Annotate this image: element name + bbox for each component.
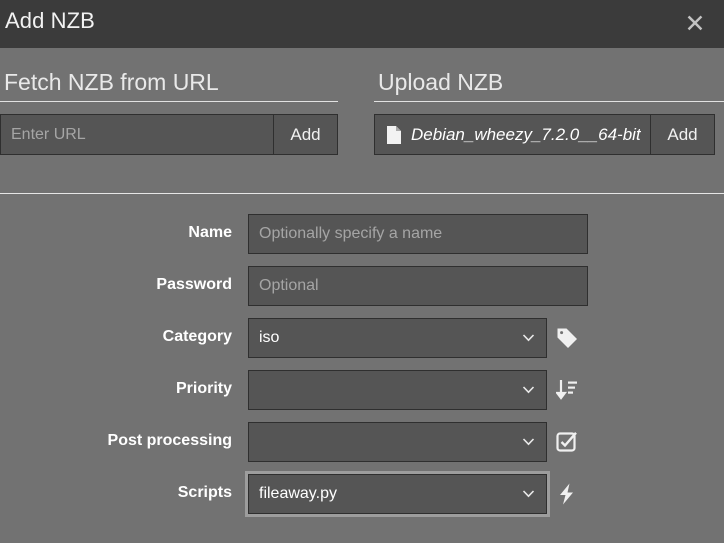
scripts-select-wrap[interactable]: fileaway.py xyxy=(245,471,550,517)
post-processing-select[interactable] xyxy=(248,422,547,462)
url-input[interactable] xyxy=(0,114,274,155)
sort-amount-down-icon xyxy=(556,379,578,401)
upload-section-rule xyxy=(374,101,724,102)
file-icon xyxy=(387,125,401,144)
form-row-password: Password xyxy=(0,262,724,314)
upload-add-button[interactable]: Add xyxy=(651,114,715,155)
form-row-post-processing: Post processing xyxy=(0,418,724,470)
file-name-label: Debian_wheezy_7.2.0__64-bit xyxy=(411,124,641,144)
password-input[interactable] xyxy=(248,266,588,306)
label-post-processing: Post processing xyxy=(107,432,232,449)
category-select-wrap[interactable]: iso xyxy=(248,318,547,358)
label-password: Password xyxy=(156,276,232,293)
close-icon[interactable]: ✕ xyxy=(678,6,712,40)
label-scripts: Scripts xyxy=(177,484,232,501)
label-priority: Priority xyxy=(175,380,232,397)
fetch-url-group: Add xyxy=(0,114,338,155)
modal-header: Add NZB ✕ xyxy=(0,0,724,48)
category-select[interactable]: iso xyxy=(248,318,547,358)
fetch-section-heading: Fetch NZB from URL xyxy=(4,69,219,95)
label-name: Name xyxy=(188,224,232,241)
form-row-priority: Priority xyxy=(0,366,724,418)
modal-body: Fetch NZB from URL Upload NZB Add Debian… xyxy=(0,48,724,543)
file-select-field[interactable]: Debian_wheezy_7.2.0__64-bit xyxy=(374,114,651,155)
priority-select-wrap[interactable] xyxy=(248,370,547,410)
check-square-icon xyxy=(556,431,578,453)
fetch-add-button[interactable]: Add xyxy=(274,114,338,155)
post-processing-select-wrap[interactable] xyxy=(248,422,547,462)
tag-icon xyxy=(556,327,578,349)
fetch-section-rule xyxy=(0,101,338,102)
upload-section-heading: Upload NZB xyxy=(378,69,504,95)
nzb-options-form: Name Password Category iso xyxy=(0,210,724,522)
scripts-select[interactable]: fileaway.py xyxy=(248,474,547,514)
bolt-icon xyxy=(556,483,578,505)
page-title: Add NZB xyxy=(5,8,95,33)
form-row-scripts: Scripts fileaway.py xyxy=(0,470,724,522)
form-row-category: Category iso xyxy=(0,314,724,366)
label-category: Category xyxy=(162,328,232,345)
name-input[interactable] xyxy=(248,214,588,254)
upload-nzb-group: Debian_wheezy_7.2.0__64-bit Add xyxy=(374,114,715,155)
section-divider xyxy=(0,193,724,194)
priority-select[interactable] xyxy=(248,370,547,410)
form-row-name: Name xyxy=(0,210,724,262)
